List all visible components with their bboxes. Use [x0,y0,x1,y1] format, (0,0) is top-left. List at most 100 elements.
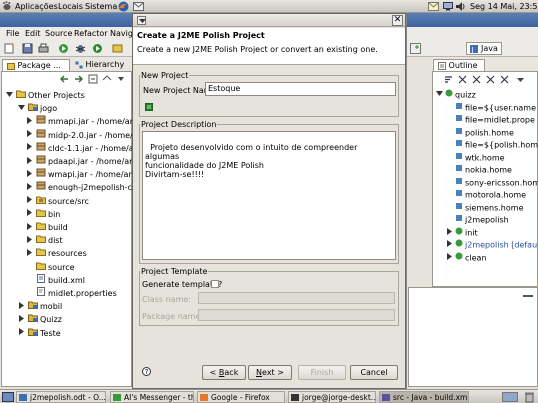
collapsed-arrow-icon[interactable] [26,169,34,181]
hide-static-icon[interactable] [486,75,495,86]
tree-item[interactable]: build.xml [26,273,85,286]
menu-refactor[interactable]: Refactor [74,29,108,38]
project-description-textarea[interactable]: Projeto desenvolvido com o intuito de co… [142,131,396,260]
forward-nav-icon[interactable] [73,74,84,86]
menu-source[interactable]: Source [45,29,72,38]
outline-item[interactable]: j2mepolish [defau [446,239,537,251]
tree-item[interactable]: jogo [18,102,57,114]
external-tools-icon[interactable] [92,43,103,56]
package-name-input[interactable] [198,309,395,321]
foot-icon[interactable] [2,1,12,11]
sort-icon[interactable] [444,75,453,86]
taskbar-item[interactable]: jorge@jorge-deskt... [288,391,376,403]
outline-item[interactable]: siemens.home [446,202,524,214]
link-editor-icon[interactable] [102,74,112,86]
mail-launcher-icon[interactable] [133,2,144,13]
expanded-arrow-icon[interactable] [18,103,26,115]
tree-item[interactable]: Other Projects [6,89,85,101]
class-name-input[interactable] [198,292,395,304]
back-nav-icon[interactable] [59,74,70,86]
tab-outline[interactable]: Outline [433,59,485,71]
menu-file[interactable]: File [6,29,19,38]
collapsed-arrow-icon[interactable] [26,142,34,154]
menu-places[interactable]: Locais [58,2,83,11]
taskbar-item[interactable]: Google - Firefox [197,391,285,403]
window-menu-icon[interactable] [137,16,146,25]
generate-template-checkbox[interactable] [211,280,219,288]
bottom-view-minimize[interactable] [523,289,533,297]
filter-icon[interactable] [458,75,467,86]
outline-item[interactable]: init [446,227,478,239]
hide-fields-icon[interactable] [472,75,481,86]
expanded-arrow-icon[interactable] [6,90,14,102]
collapsed-arrow-icon[interactable] [26,222,34,234]
tree-item[interactable]: midlet.properties [26,287,117,299]
tab-hierarchy[interactable]: Hierarchy [71,59,131,71]
collapsed-arrow-icon[interactable] [26,182,34,194]
show-desktop-icon[interactable] [2,392,14,403]
tab-package-explorer[interactable]: Package ... [2,59,70,71]
close-icon[interactable]: ✕ [392,15,403,26]
collapsed-arrow-icon[interactable] [26,116,34,128]
taskbar-item[interactable]: j2mepolish.odt - O... [16,391,106,403]
collapsed-arrow-icon[interactable] [26,248,34,260]
next-button[interactable]: Next > [248,365,292,380]
tree-item[interactable]: build [26,221,68,233]
trash-icon[interactable] [524,391,535,403]
outline-item[interactable]: file=midlet.prope [446,114,535,126]
tree-item[interactable]: mobil [18,300,62,312]
collapsed-arrow-icon[interactable] [446,227,453,239]
volume-icon[interactable] [456,2,466,13]
open-perspective-icon[interactable] [410,43,421,56]
outline-item[interactable]: j2mepolish [446,214,509,226]
outline-item[interactable]: motorola.home [446,189,526,201]
java-perspective-button[interactable]: J Java [466,42,502,55]
collapsed-arrow-icon[interactable] [18,327,26,339]
tree-item[interactable]: resources [26,247,87,259]
collapsed-arrow-icon[interactable] [26,208,34,220]
menu-system[interactable]: Sistema [85,2,117,11]
menu-edit[interactable]: Edit [25,29,41,38]
collapsed-arrow-icon[interactable] [26,195,34,207]
outline-item[interactable]: sony-ericsson.hom [446,177,538,189]
collapse-all-icon[interactable] [88,74,98,86]
help-icon[interactable]: ? [142,367,151,376]
outline-item[interactable]: polish.home [446,127,514,139]
outline-item[interactable]: clean [446,252,487,264]
menu-applications[interactable]: Aplicações [15,2,58,11]
tree-item[interactable]: source [26,261,75,273]
tree-item[interactable]: bin [26,208,60,220]
tree-item[interactable]: Quizz [18,313,62,325]
debug-icon[interactable] [75,43,86,56]
collapsed-arrow-icon[interactable] [26,129,34,141]
collapsed-arrow-icon[interactable] [18,314,26,326]
outline-item[interactable]: nokia.home [446,164,512,176]
collapsed-arrow-icon[interactable] [26,156,34,168]
print-icon[interactable] [38,43,49,56]
open-type-icon[interactable] [112,43,123,56]
collapsed-arrow-icon[interactable] [26,235,34,247]
collapsed-arrow-icon[interactable] [446,239,453,251]
network-icon[interactable] [443,2,453,13]
back-button[interactable]: < Back [202,365,246,380]
collapsed-arrow-icon[interactable] [18,301,26,313]
workspace-switcher[interactable] [502,392,518,402]
mail-notify-icon[interactable] [428,2,439,13]
clock[interactable]: Seg 14 Mai, 23:53 [470,2,538,11]
project-name-input[interactable]: Estoque [205,82,396,96]
new-icon[interactable] [4,42,15,56]
expanded-arrow-icon[interactable] [436,89,443,101]
cancel-button[interactable]: Cancel [350,365,398,380]
save-icon[interactable] [22,43,33,56]
menu-navigate[interactable]: Navig [110,29,133,38]
view-menu-icon[interactable] [116,74,126,86]
tree-item[interactable]: source/src [26,195,89,207]
outline-item[interactable]: wtk.home [446,152,505,164]
tree-item[interactable]: dist [26,234,63,246]
taskbar-item[interactable]: AI's Messenger - th... [110,391,194,403]
run-icon[interactable] [58,43,69,56]
outline-item[interactable]: file=${user.name [446,102,536,114]
outline-item[interactable]: quizz [436,89,476,101]
taskbar-item[interactable]: src - Java - build.xm... [379,391,469,403]
finish-button[interactable]: Finish [298,365,346,380]
